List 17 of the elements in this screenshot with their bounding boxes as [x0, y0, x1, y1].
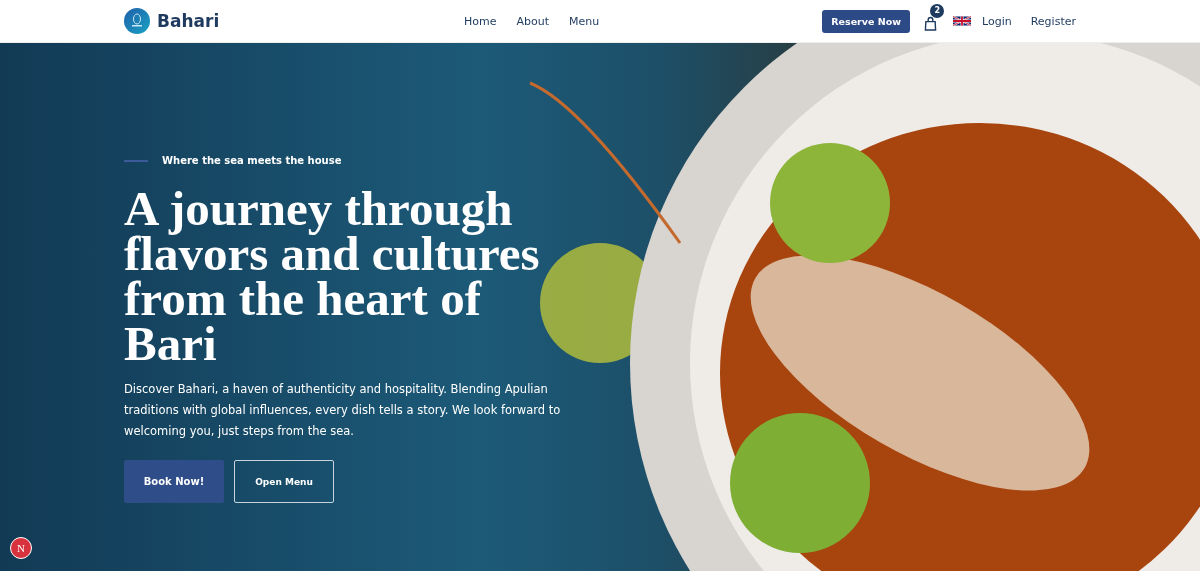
brand-name[interactable]: Bahari	[157, 11, 220, 31]
book-now-button[interactable]: Book Now!	[124, 460, 224, 503]
hero-description: Discover Bahari, a haven of authenticity and hospitality. Blending Apulian traditions with global influences, every dish tells a story. We look forward to welcoming you, just steps from the sea.	[124, 381, 562, 440]
register-link[interactable]: Register	[1030, 14, 1076, 28]
nav-link[interactable]: About	[516, 14, 549, 28]
open-menu-button[interactable]: Open Menu	[234, 460, 334, 503]
reserve-now-button[interactable]: Reserve Now	[822, 9, 910, 33]
logo-icon[interactable]	[124, 8, 150, 34]
shopping-bag-icon[interactable]	[924, 15, 937, 31]
cart-count-badge: 2	[930, 3, 945, 18]
login-link[interactable]: Login	[982, 14, 1012, 28]
uk-flag-icon[interactable]	[953, 16, 971, 26]
tagline: Where the sea meets the house	[162, 155, 342, 166]
nav-link[interactable]: Home	[464, 14, 497, 28]
hero-headline: A journey through flavors and cultures from the heart of Bari	[124, 186, 541, 366]
notification-button[interactable]: N	[10, 537, 32, 559]
nav-link[interactable]: Menu	[569, 14, 600, 28]
